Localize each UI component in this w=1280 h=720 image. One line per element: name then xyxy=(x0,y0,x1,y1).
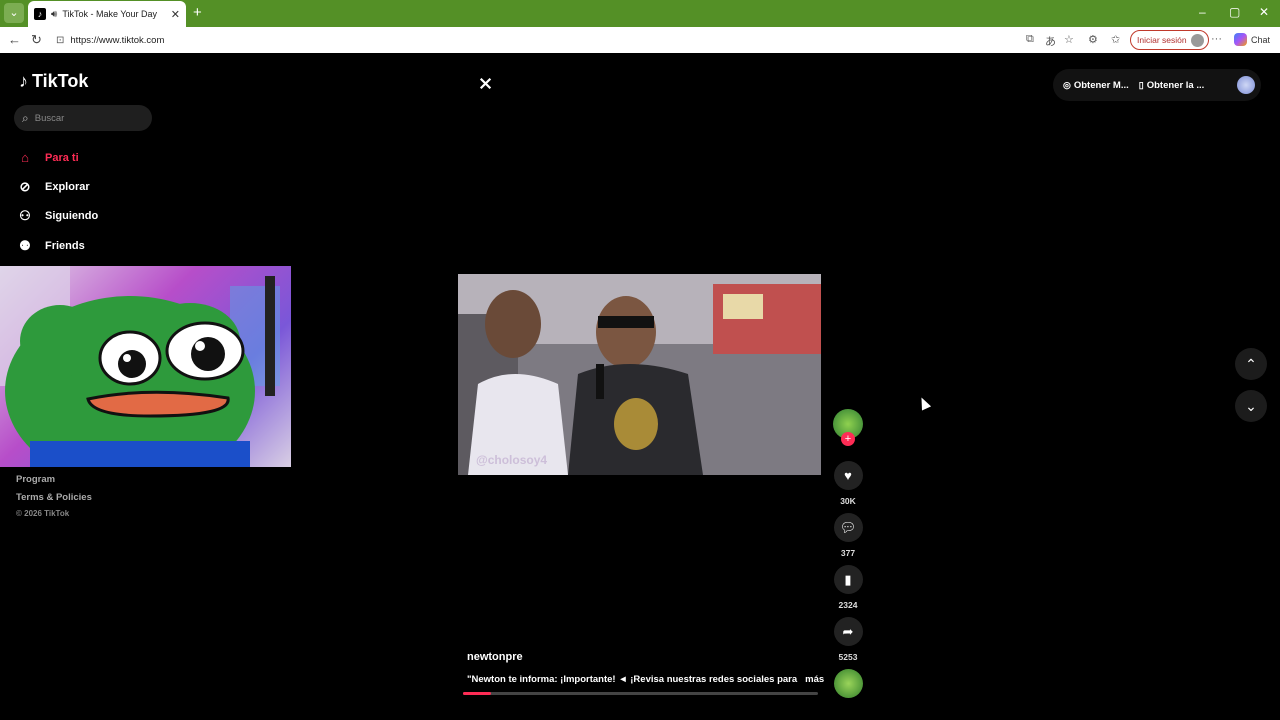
sidebar-item-explorar[interactable]: ⊘ Explorar xyxy=(17,172,98,201)
video-caption: "Newton te informa: ¡Importante! ◄ ¡Revi… xyxy=(467,674,825,685)
copyright-text: © 2026 TikTok xyxy=(16,509,70,518)
obtain-coins-button[interactable]: ◎ Obtener M... xyxy=(1063,80,1129,91)
creator-avatar[interactable]: + xyxy=(833,409,863,446)
extensions-icon[interactable]: ⚙ xyxy=(1088,33,1098,46)
site-info-icon[interactable]: ⊡ xyxy=(56,35,64,46)
compass-icon: ⊘ xyxy=(19,178,31,194)
search-box[interactable]: ⌕ xyxy=(14,105,152,131)
copilot-icon xyxy=(1234,33,1247,46)
comment-icon: 💬︎ xyxy=(839,519,857,535)
video-progress-fill xyxy=(463,692,492,695)
copilot-chat-button[interactable]: Chat xyxy=(1234,33,1270,46)
tiktok-page: ♪ TikTok ⌕ ⌂ Para ti ⊘ Explorar ⚇ Siguie… xyxy=(0,53,1277,718)
bookmark-icon: ▮ xyxy=(844,571,852,587)
like-button[interactable]: ♥ xyxy=(833,461,863,490)
obtain-app-button[interactable]: ▯ Obtener la ... xyxy=(1139,80,1205,91)
address-bar[interactable]: ⊡ https://www.tiktok.com xyxy=(52,30,1124,50)
heart-icon: ♥ xyxy=(844,468,852,483)
speaker-icon[interactable]: 🔊︎ xyxy=(51,9,57,20)
terms-link[interactable]: Terms & Policies xyxy=(16,489,92,507)
comment-button[interactable]: 💬︎ xyxy=(833,513,863,542)
save-count: 2324 xyxy=(838,600,858,610)
video-watermark: @cholosoy4 xyxy=(476,453,548,467)
next-video-button[interactable]: ⌄ xyxy=(1235,390,1267,422)
music-disc-icon[interactable] xyxy=(833,669,863,698)
program-link[interactable]: Program xyxy=(16,471,92,489)
more-link[interactable]: más xyxy=(805,674,824,685)
search-icon: ⌕ xyxy=(22,110,29,125)
capcut-icon[interactable]: ⨯ xyxy=(478,73,493,94)
profile-icon xyxy=(1190,33,1204,47)
save-button[interactable]: ▮ xyxy=(833,565,863,594)
browser-toolbar: ← ↻ ⊡ https://www.tiktok.com ⧉ あ ☆ ⚙ ✩ I… xyxy=(0,27,1280,53)
frog-mascot-illustration xyxy=(0,266,280,467)
sidebar-item-siguiendo[interactable]: ⚇ Siguiendo xyxy=(17,202,98,231)
friends-icon: ⚉ xyxy=(19,237,31,253)
like-count: 30K xyxy=(840,496,856,506)
previous-video-button[interactable]: ⌃ xyxy=(1235,348,1267,380)
browser-tab[interactable]: ♪ 🔊︎ TikTok - Make Your Day ✕ xyxy=(28,1,186,27)
phone-icon: ▯ xyxy=(1138,79,1144,90)
translate-icon[interactable]: あ xyxy=(1045,33,1056,49)
user-avatar[interactable] xyxy=(1237,76,1255,94)
sidebar-item-friends[interactable]: ⚉ Friends xyxy=(17,231,98,260)
share-count: 5253 xyxy=(838,652,858,662)
sidebar-footer: Program Terms & Policies © 2026 TikTok xyxy=(16,471,92,518)
minimize-icon[interactable]: – xyxy=(1199,5,1206,19)
chevron-down-icon: ⌄ xyxy=(1245,397,1257,414)
browser-tab-bar: ⌄ ♪ 🔊︎ TikTok - Make Your Day ✕ + – ▢ ✕ xyxy=(0,0,1280,27)
header-actions: ◎ Obtener M... ▯ Obtener la ... xyxy=(1053,69,1261,101)
comment-count: 377 xyxy=(840,548,856,558)
new-tab-icon[interactable]: + xyxy=(193,4,202,21)
close-icon[interactable]: ✕ xyxy=(171,8,180,21)
video-author[interactable]: newtonpre xyxy=(467,651,523,663)
share-button[interactable]: ➦ xyxy=(833,617,863,646)
video-progress-bar[interactable] xyxy=(463,692,818,695)
restore-icon[interactable]: ▢ xyxy=(1229,5,1240,19)
tiktok-note-icon: ♪ xyxy=(19,71,28,91)
tiktok-logo[interactable]: ♪ TikTok xyxy=(19,71,88,92)
video-player[interactable]: @cholosoy4 xyxy=(458,274,821,475)
sidebar-item-para-ti[interactable]: ⌂ Para ti xyxy=(17,143,98,172)
url-text: https://www.tiktok.com xyxy=(70,34,165,46)
action-column: + ♥ 30K 💬︎ 377 ▮ 2324 ➦ 5253 xyxy=(831,409,865,698)
mouse-cursor xyxy=(916,395,932,411)
signin-button[interactable]: Iniciar sesión xyxy=(1130,30,1209,50)
share-arrow-icon: ➦ xyxy=(842,623,854,639)
sidebar-nav: ⌂ Para ti ⊘ Explorar ⚇ Siguiendo ⚉ Frien… xyxy=(17,143,98,260)
back-icon[interactable]: ← xyxy=(8,32,21,47)
video-frame xyxy=(458,274,821,475)
tab-title: TikTok - Make Your Day xyxy=(62,9,158,19)
chevron-up-icon: ⌃ xyxy=(1245,355,1257,372)
home-icon: ⌂ xyxy=(21,150,29,166)
tab-actions-icon[interactable]: ⌄ xyxy=(4,3,24,23)
following-icon: ⚇ xyxy=(19,208,31,224)
favorites-icon[interactable]: ✩ xyxy=(1111,33,1120,46)
more-icon[interactable]: ··· xyxy=(1211,33,1222,45)
open-app-icon[interactable]: ⧉ xyxy=(1026,33,1034,46)
coin-icon: ◎ xyxy=(1063,79,1071,90)
favorite-star-icon[interactable]: ☆ xyxy=(1064,33,1074,46)
search-input[interactable] xyxy=(34,112,135,124)
reload-icon[interactable]: ↻ xyxy=(31,32,42,48)
follow-plus-icon[interactable]: + xyxy=(841,432,855,446)
tiktok-favicon-icon: ♪ xyxy=(34,8,46,20)
webcam-overlay-image xyxy=(0,266,291,467)
window-close-icon[interactable]: ✕ xyxy=(1259,5,1269,19)
